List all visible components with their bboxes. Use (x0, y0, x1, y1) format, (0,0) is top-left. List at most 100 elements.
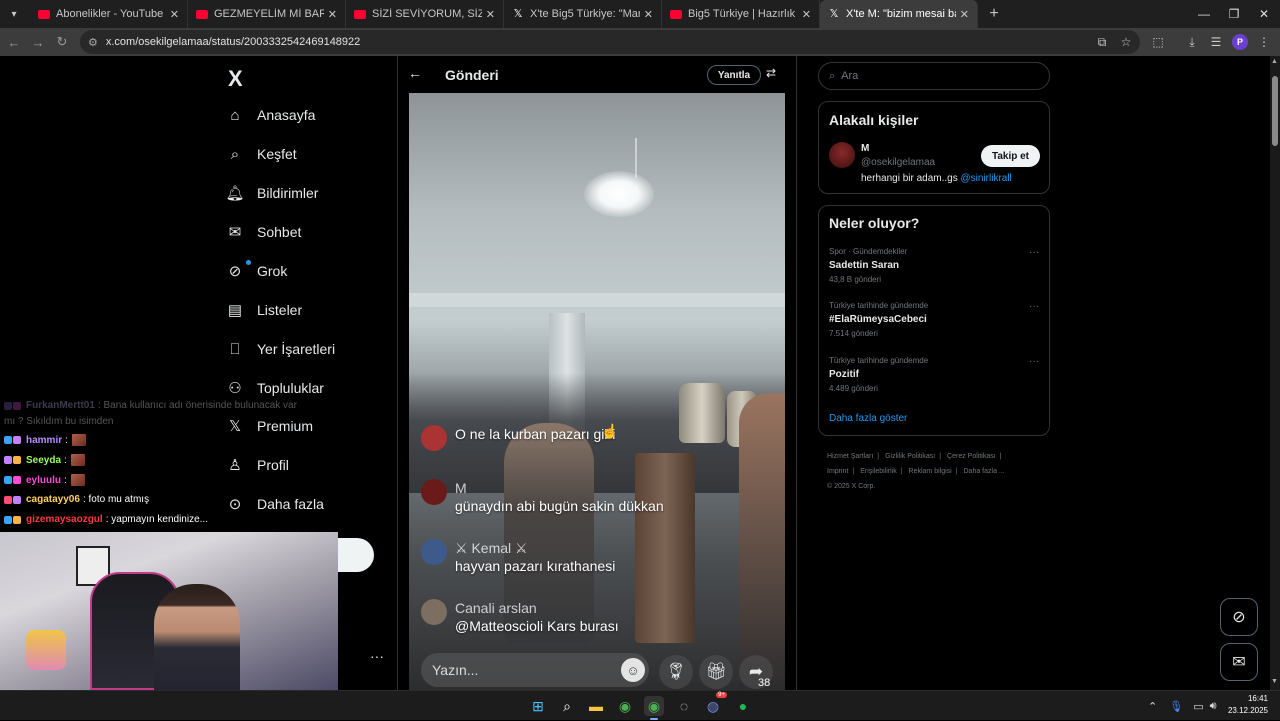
footer-link[interactable]: Hizmet Şartları (827, 453, 873, 460)
sidebar-item-grok[interactable]: ⊘ Grok (226, 260, 287, 280)
sidebar-item-communities[interactable]: ⚇ Topluluklar (226, 379, 324, 397)
sidebar-item-home[interactable]: ⌂ Anasayfa (226, 106, 315, 124)
comment-input[interactable]: Yazın... ☺ (421, 653, 649, 687)
profile-avatar[interactable]: P (1228, 30, 1252, 54)
site-info-icon[interactable]: ⚙ (88, 36, 98, 49)
browser-tab[interactable]: Big5 Türkiye | Hazırlık Sezonu - ✕ (662, 0, 820, 28)
forward-icon[interactable]: → (26, 30, 50, 54)
more-options-icon[interactable]: ··· (1029, 356, 1039, 367)
discord-icon[interactable]: ◍ 9+ (703, 692, 727, 716)
close-icon[interactable]: ✕ (328, 8, 337, 21)
footer-link[interactable]: Reklam bilgisi (909, 468, 952, 475)
file-explorer-icon[interactable]: ▬ (586, 696, 606, 716)
back-arrow-icon[interactable]: ← (408, 65, 422, 81)
sidebar-item-bookmarks[interactable]: ⎕ Yer İşaretleri (226, 340, 335, 358)
scroll-up-icon[interactable]: ▲ (1271, 58, 1278, 65)
browser-tab-active[interactable]: 𝕏 X'te M: "bizim mesai başladı ya ✕ (820, 0, 978, 28)
follow-button[interactable]: Takip et (981, 145, 1040, 167)
bio-mention-link[interactable]: @sinirlikrall (961, 173, 1012, 184)
search-icon: ⌕ (829, 69, 836, 82)
trend-item[interactable]: Türkiye tarihinde gündemde #ElaRümeysaCe… (829, 301, 1039, 338)
x-logo[interactable]: X (228, 66, 243, 92)
url-field[interactable]: ⚙ x.com/osekilgelamaa/status/20033325424… (80, 30, 1140, 54)
more-options-icon[interactable]: ··· (1029, 247, 1039, 258)
browser-tab[interactable]: 𝕏 X'te Big5 Türkiye: "Manifest de ✕ (504, 0, 662, 28)
post-video[interactable]: O ne la kurban pazarı gibi M günaydın ab… (409, 93, 785, 690)
chrome-active-icon[interactable]: ◉ (644, 696, 664, 716)
minimize-icon[interactable]: — (1188, 0, 1220, 28)
menu-icon[interactable]: ⋮ (1252, 30, 1276, 54)
bookmark-star-icon[interactable]: ☆ (1114, 30, 1138, 54)
tray-chevron-icon[interactable]: ⌃ (1148, 700, 1157, 713)
download-icon[interactable]: ⤓ (1180, 30, 1204, 54)
reading-list-icon[interactable]: ☰ (1204, 30, 1228, 54)
footer-separator: | (852, 468, 855, 475)
youtube-icon (670, 9, 682, 19)
close-icon[interactable]: ✕ (486, 8, 495, 21)
sidebar-item-explore[interactable]: ⌕ Keşfet (226, 145, 297, 163)
footer-link[interactable]: Daha fazla ... (964, 468, 1005, 475)
trend-item[interactable]: Türkiye tarihinde gündemde Pozitif 4.489… (829, 356, 1039, 393)
account-more-icon[interactable]: ··· (370, 648, 384, 664)
close-icon[interactable]: ✕ (644, 8, 653, 21)
close-icon[interactable]: ✕ (802, 8, 811, 21)
footer-link[interactable]: Gizlilik Politikası (885, 453, 935, 460)
user-handle[interactable]: @osekilgelamaa (861, 157, 935, 168)
app-icon[interactable]: ◌ (674, 696, 694, 716)
browser-tab[interactable]: GEZMEYELİM Mİ BARCELONA? ✕ (188, 0, 346, 28)
avatar[interactable] (829, 142, 855, 168)
search-icon[interactable]: ⌕ (557, 696, 577, 716)
install-app-icon[interactable]: ⧉ (1090, 30, 1114, 54)
extensions-icon[interactable]: ⬚ (1146, 30, 1170, 54)
mouse-cursor-icon: ☝ (601, 423, 619, 439)
chat-text: : (64, 474, 67, 486)
gift-icon[interactable]: 🎁︎ (699, 655, 733, 689)
sidebar-item-more[interactable]: ⊙ Daha fazla (226, 495, 324, 513)
page-scrollbar[interactable]: ▲ ▼ (1270, 56, 1280, 690)
messages-fab-icon[interactable]: ✉ (1220, 643, 1258, 681)
sidebar-item-profile[interactable]: ♙ Profil (226, 456, 289, 474)
system-clock[interactable]: 16:41 23.12.2025 (1222, 693, 1268, 717)
tab-search-icon[interactable]: ▾ (4, 4, 24, 24)
sidebar-item-notifications[interactable]: 🔔︎ Bildirimler (225, 184, 318, 202)
rose-gift-icon[interactable]: 🌹︎ (659, 655, 693, 689)
more-options-icon[interactable]: ··· (1029, 301, 1039, 312)
windows-start-icon[interactable]: ⊞ (528, 696, 548, 716)
footer-link[interactable]: Çerez Politikası (947, 453, 996, 460)
reply-button[interactable]: Yanıtla (707, 65, 761, 85)
sidebar-item-chat[interactable]: ✉ Sohbet (226, 223, 302, 241)
browser-tab[interactable]: SİZİ SEVİYORUM, SİZİ SEVİYORUM ✕ (346, 0, 504, 28)
avatar (421, 539, 447, 565)
scrollbar-thumb[interactable] (1272, 76, 1278, 146)
browser-tab-bar: ▾ Abonelikler - YouTube ✕ GEZMEYELİM Mİ … (0, 0, 1280, 28)
reload-icon[interactable]: ↻ (50, 30, 74, 54)
network-icon[interactable]: ▭ (1193, 700, 1203, 713)
post-button-fragment[interactable] (338, 538, 374, 572)
chrome-icon[interactable]: ◉ (615, 696, 635, 716)
browser-tab[interactable]: Abonelikler - YouTube ✕ (30, 0, 188, 28)
close-icon[interactable]: ✕ (170, 8, 179, 21)
footer-link[interactable]: Erişilebilirlik (860, 468, 897, 475)
grok-fab-icon[interactable]: ⊘ (1220, 598, 1258, 636)
spotify-icon[interactable]: ● (733, 696, 753, 716)
settings-sliders-icon[interactable]: ⇄ (766, 66, 776, 80)
user-name[interactable]: M (861, 143, 869, 154)
url-text: x.com/osekilgelamaa/status/2003332542469… (105, 36, 361, 48)
search-input[interactable]: ⌕ Ara (818, 62, 1050, 90)
back-icon[interactable]: ← (2, 30, 26, 54)
new-tab-button[interactable]: + (982, 5, 1006, 23)
trend-item[interactable]: Spor · Gündemdekiler Sadettin Saran 43,8… (829, 247, 1039, 284)
scroll-down-icon[interactable]: ▼ (1271, 678, 1278, 685)
volume-icon[interactable]: 🔊︎ (1210, 700, 1217, 713)
footer-link[interactable]: Imprint (827, 468, 848, 475)
window-close-icon[interactable]: ✕ (1248, 0, 1280, 28)
close-icon[interactable]: ✕ (960, 8, 969, 21)
youtube-icon (354, 9, 366, 19)
avatar (421, 479, 447, 505)
sidebar-item-lists[interactable]: ▤ Listeler (226, 301, 302, 319)
microphone-icon[interactable]: 🎙︎ (1169, 700, 1183, 713)
restore-icon[interactable]: ❐ (1218, 0, 1250, 28)
sidebar-item-premium[interactable]: 𝕏 Premium (226, 417, 313, 435)
show-more-link[interactable]: Daha fazla göster (829, 413, 907, 424)
emoji-icon[interactable]: ☺ (621, 658, 645, 682)
